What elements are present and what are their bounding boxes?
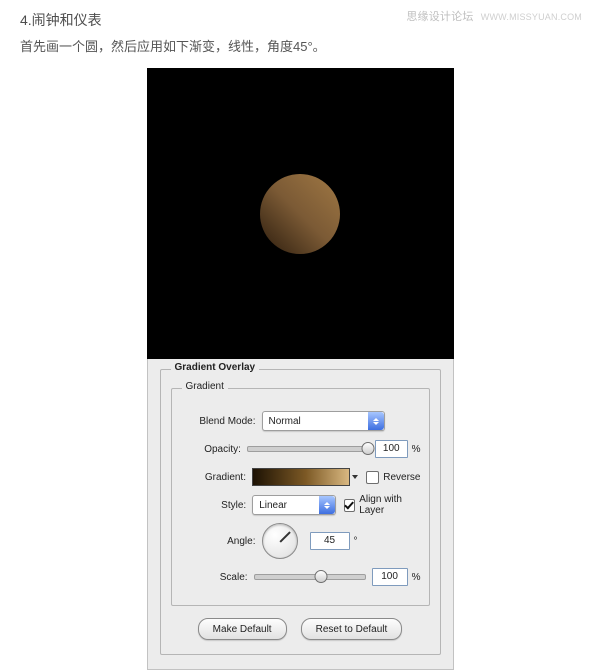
- opacity-slider-thumb[interactable]: [361, 442, 374, 455]
- label-style: Style:: [180, 500, 253, 511]
- updown-icon: [319, 496, 335, 514]
- reverse-checkbox[interactable]: [366, 471, 379, 484]
- updown-icon: [368, 412, 384, 430]
- scale-input[interactable]: 100: [372, 568, 408, 586]
- blend-mode-value: Normal: [269, 416, 301, 427]
- style-value: Linear: [259, 500, 287, 511]
- preview-circle: [260, 174, 340, 254]
- label-blend-mode: Blend Mode:: [180, 416, 262, 427]
- make-default-button[interactable]: Make Default: [198, 618, 287, 640]
- label-angle: Angle:: [180, 536, 262, 547]
- reverse-label: Reverse: [383, 472, 420, 483]
- legend-gradient: Gradient: [182, 381, 228, 392]
- align-checkbox[interactable]: [344, 499, 356, 512]
- legend-gradient-overlay: Gradient Overlay: [171, 362, 260, 373]
- gradient-overlay-panel: Gradient Overlay Gradient Blend Mode: No…: [147, 359, 454, 670]
- opacity-unit: %: [412, 444, 421, 455]
- preview-canvas: [147, 68, 454, 359]
- angle-input[interactable]: 45: [310, 532, 350, 550]
- angle-unit: °: [354, 536, 358, 547]
- reverse-checkbox-wrap[interactable]: Reverse: [366, 471, 420, 484]
- label-opacity: Opacity:: [180, 444, 247, 455]
- watermark-site: 思缘设计论坛: [406, 11, 473, 23]
- scale-slider-thumb[interactable]: [314, 570, 327, 583]
- opacity-slider[interactable]: [247, 446, 369, 452]
- align-label: Align with Layer: [359, 494, 420, 516]
- opacity-input[interactable]: 100: [375, 440, 408, 458]
- scale-unit: %: [412, 572, 421, 583]
- step-instruction: 首先画一个圆，然后应用如下渐变，线性，角度45°。: [20, 36, 580, 58]
- blend-mode-select[interactable]: Normal: [262, 411, 385, 431]
- label-gradient: Gradient:: [180, 472, 253, 483]
- scale-slider[interactable]: [254, 574, 366, 580]
- gradient-dropdown-icon[interactable]: [352, 475, 358, 479]
- label-scale: Scale:: [180, 572, 254, 583]
- align-checkbox-wrap[interactable]: Align with Layer: [344, 494, 421, 516]
- angle-dial[interactable]: [262, 523, 298, 559]
- reset-default-button[interactable]: Reset to Default: [301, 618, 403, 640]
- watermark-url: WWW.MISSYUAN.COM: [481, 12, 582, 22]
- gradient-swatch[interactable]: [252, 468, 350, 486]
- style-select[interactable]: Linear: [252, 495, 335, 515]
- site-watermark: 思缘设计论坛 WWW.MISSYUAN.COM: [406, 8, 582, 24]
- figure: Gradient Overlay Gradient Blend Mode: No…: [147, 68, 454, 670]
- angle-needle: [279, 531, 290, 542]
